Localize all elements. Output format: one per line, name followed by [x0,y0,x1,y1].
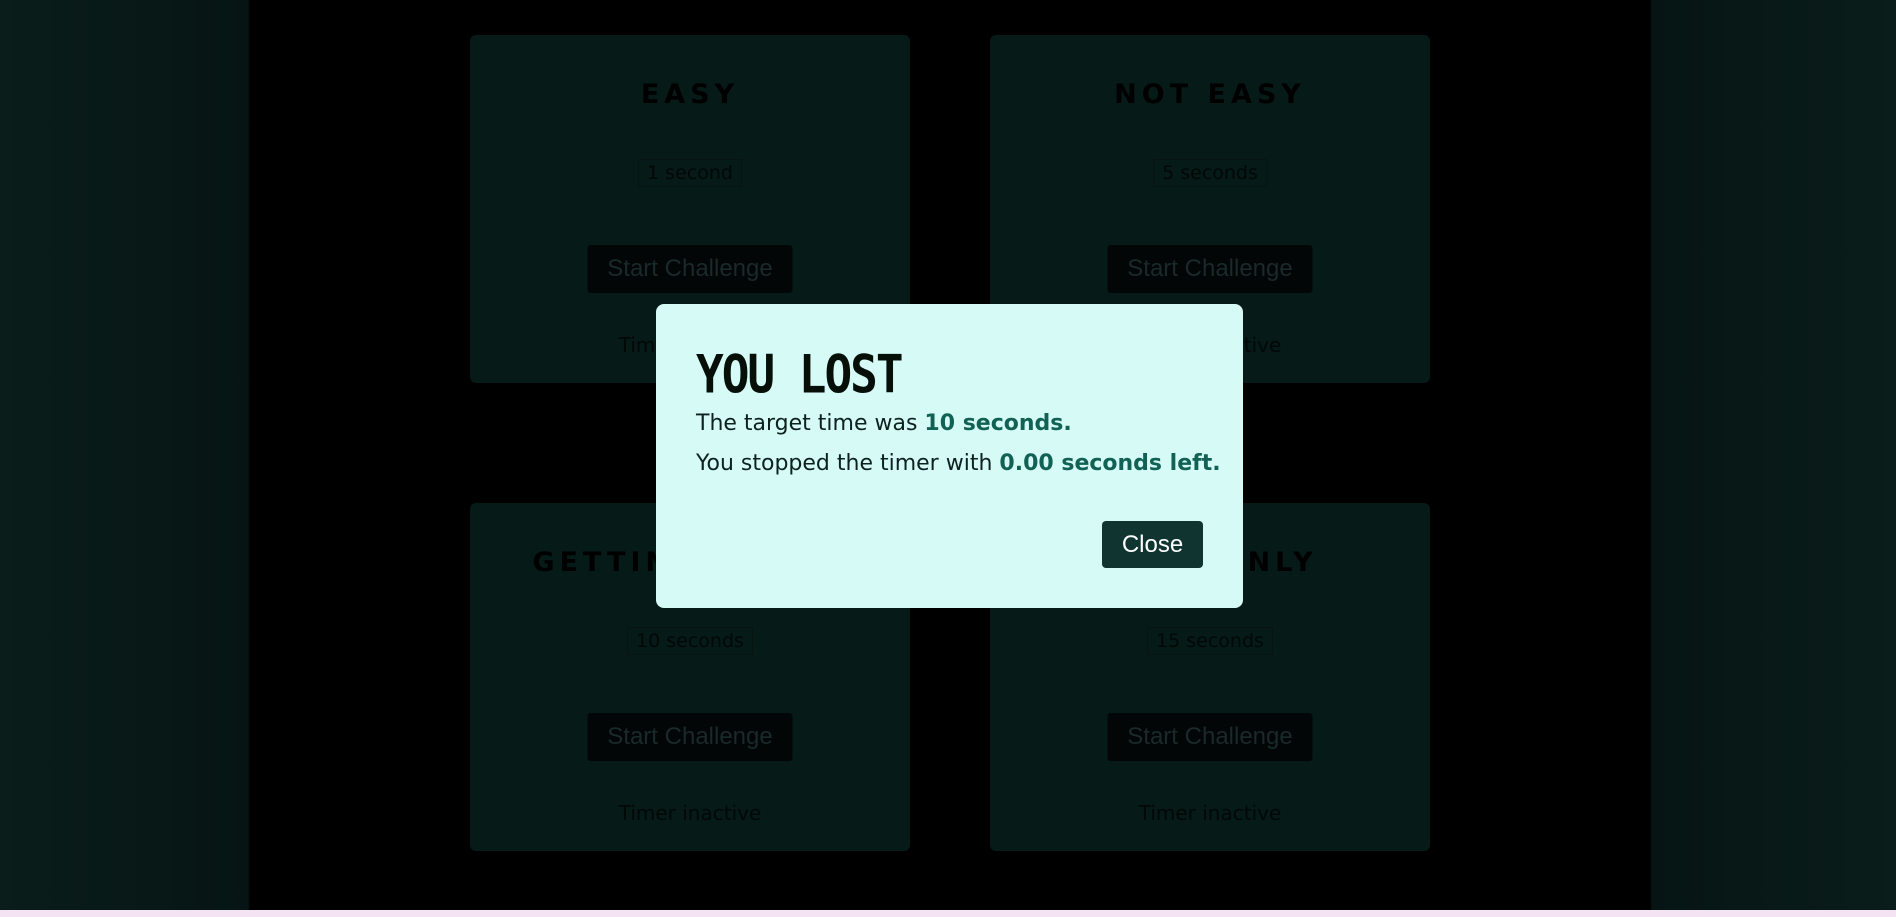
challenge-title: EASY [640,79,740,110]
timer-status: Timer inactive [1138,801,1282,825]
target-time-prefix: The target time was [696,411,925,436]
challenge-duration: 15 seconds [1147,627,1273,655]
result-modal: YOU LOST The target time was 10 seconds.… [656,304,1243,608]
remaining-time-text: You stopped the timer with 0.00 seconds … [696,444,1221,484]
remaining-time-prefix: You stopped the timer with [696,451,1000,476]
timer-status: Timer inactive [618,801,762,825]
target-time-value: 10 seconds. [924,411,1072,436]
challenge-duration: 10 seconds [627,627,753,655]
close-button[interactable]: Close [1102,521,1203,568]
challenge-title: NOT EASY [1114,79,1306,110]
start-challenge-button[interactable]: Start Challenge [587,713,793,761]
challenge-duration: 1 second [638,159,742,187]
start-challenge-button[interactable]: Start Challenge [587,245,793,293]
remaining-time-value: 0.00 seconds left. [999,451,1221,476]
bottom-strip [0,910,1896,917]
start-challenge-button[interactable]: Start Challenge [1107,713,1313,761]
result-title: YOU LOST [696,342,904,405]
challenge-duration: 5 seconds [1153,159,1267,187]
start-challenge-button[interactable]: Start Challenge [1107,245,1313,293]
